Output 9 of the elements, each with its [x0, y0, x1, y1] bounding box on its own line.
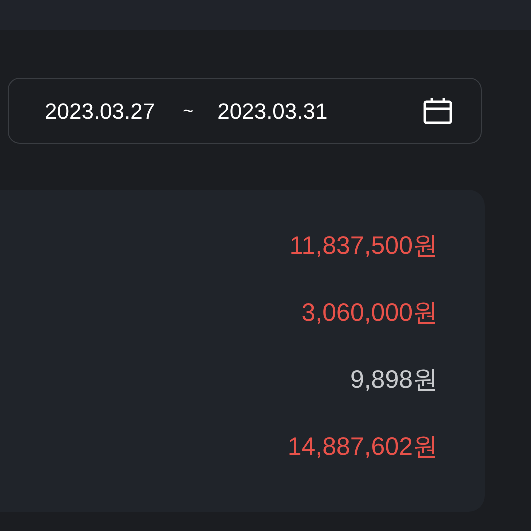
amount-value: 14,887,602원: [288, 432, 438, 463]
amount-value: 9,898원: [350, 365, 438, 396]
amount-value: 11,837,500원: [290, 231, 438, 262]
amount-value: 3,060,000원: [302, 298, 438, 329]
start-date: 2023.03.27: [45, 98, 156, 126]
calendar-icon[interactable]: [423, 97, 453, 125]
end-date: 2023.03.31: [218, 98, 328, 126]
date-range-field[interactable]: 2023.03.27 ~ 2023.03.31: [8, 78, 482, 144]
tilde-separator: ~: [183, 100, 194, 122]
